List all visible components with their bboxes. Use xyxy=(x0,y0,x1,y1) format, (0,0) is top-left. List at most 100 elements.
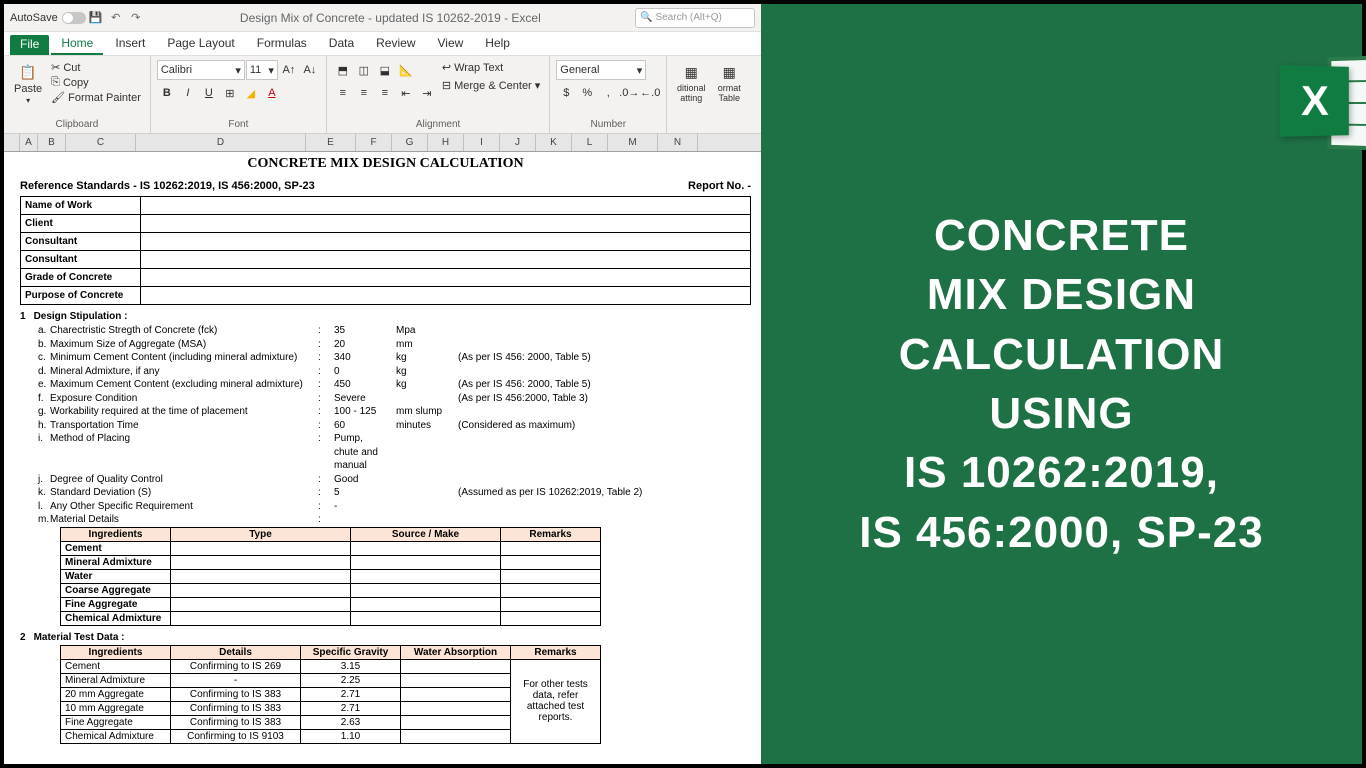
comma-icon[interactable]: , xyxy=(598,83,618,103)
copy-button[interactable]: ⎘Copy xyxy=(48,75,144,90)
col-header[interactable]: K xyxy=(536,134,572,151)
column-headers: A B C D E F G H I J K L M N xyxy=(4,134,761,152)
col-header[interactable]: A xyxy=(20,134,38,151)
test-data-table: IngredientsDetailsSpecific GravityWater … xyxy=(60,645,601,744)
stipulation-row: g.Workability required at the time of pl… xyxy=(20,405,751,419)
merge-center-button[interactable]: ⊟Merge & Center▾ xyxy=(439,78,543,93)
decrease-decimal-icon[interactable]: ←.0 xyxy=(640,83,660,103)
table-row: Grade of Concrete xyxy=(21,269,751,287)
paste-icon: 📋 xyxy=(18,62,38,82)
decrease-font-icon[interactable]: A↓ xyxy=(300,60,320,80)
col-header[interactable]: H xyxy=(428,134,464,151)
format-painter-button[interactable]: 🖌Format Painter xyxy=(48,90,144,105)
tab-review[interactable]: Review xyxy=(366,33,425,55)
align-middle-icon[interactable]: ◫ xyxy=(354,60,374,80)
save-icon[interactable]: 💾 xyxy=(88,10,104,26)
col-header[interactable]: B xyxy=(38,134,66,151)
chevron-down-icon: ▾ xyxy=(535,79,541,92)
search-input[interactable]: 🔍 Search (Alt+Q) xyxy=(635,8,755,28)
tab-file[interactable]: File xyxy=(10,35,49,55)
col-header[interactable]: N xyxy=(658,134,698,151)
autosave-label: AutoSave xyxy=(10,12,58,24)
orientation-icon[interactable]: 📐 xyxy=(396,60,416,80)
table-row: Consultant xyxy=(21,251,751,269)
col-header[interactable]: E xyxy=(306,134,356,151)
format-table-button[interactable]: ▦ ormat Table xyxy=(711,60,747,105)
table-row: Purpose of Concrete xyxy=(21,287,751,305)
group-styles: ▦ ditional atting ▦ ormat Table xyxy=(667,56,753,133)
indent-increase-icon[interactable]: ⇥ xyxy=(417,83,437,103)
increase-font-icon[interactable]: A↑ xyxy=(279,60,299,80)
align-left-icon[interactable]: ≡ xyxy=(333,83,353,103)
font-color-button[interactable]: A xyxy=(262,83,282,103)
table-row: Water xyxy=(61,569,601,583)
section1-head: 1Design Stipulation : xyxy=(20,305,751,324)
tab-pagelayout[interactable]: Page Layout xyxy=(157,33,244,55)
stipulation-row: c.Minimum Cement Content (including mine… xyxy=(20,351,751,365)
font-name-select[interactable]: Calibri▾ xyxy=(157,60,245,80)
col-header[interactable]: I xyxy=(464,134,500,151)
tab-help[interactable]: Help xyxy=(475,33,520,55)
paste-button[interactable]: 📋 Paste ▾ xyxy=(10,60,46,107)
underline-button[interactable]: U xyxy=(199,83,219,103)
conditional-formatting-button[interactable]: ▦ ditional atting xyxy=(673,60,709,105)
redo-icon[interactable]: ↷ xyxy=(128,10,144,26)
table-row: Coarse Aggregate xyxy=(61,583,601,597)
group-font: Calibri▾ 11▾ A↑ A↓ B I U ⊞ ◢ A Font xyxy=(151,56,327,133)
chevron-down-icon: ▾ xyxy=(26,96,30,105)
increase-decimal-icon[interactable]: .0→ xyxy=(619,83,639,103)
wrap-text-button[interactable]: ↩Wrap Text xyxy=(439,60,543,75)
cut-button[interactable]: ✂Cut xyxy=(48,60,144,75)
section2-head: 2Material Test Data : xyxy=(20,626,751,645)
fill-color-button[interactable]: ◢ xyxy=(241,83,261,103)
ribbon-tabs: File Home Insert Page Layout Formulas Da… xyxy=(4,32,761,56)
stipulation-row: h.Transportation Time:60minutes(Consider… xyxy=(20,419,751,433)
col-header[interactable]: M xyxy=(608,134,658,151)
font-size-select[interactable]: 11▾ xyxy=(246,60,278,80)
col-header[interactable]: J xyxy=(500,134,536,151)
stipulation-row: a.Charectristic Stregth of Concrete (fck… xyxy=(20,324,751,338)
cond-format-icon: ▦ xyxy=(681,62,701,82)
chevron-down-icon: ▾ xyxy=(637,64,643,77)
bold-button[interactable]: B xyxy=(157,83,177,103)
group-number: General▾ $ % , .0→ ←.0 Number xyxy=(550,56,667,133)
col-header[interactable]: D xyxy=(136,134,306,151)
percent-icon[interactable]: % xyxy=(577,83,597,103)
tab-formulas[interactable]: Formulas xyxy=(247,33,317,55)
tab-home[interactable]: Home xyxy=(51,33,103,55)
chevron-down-icon: ▾ xyxy=(235,64,241,77)
align-top-icon[interactable]: ⬒ xyxy=(333,60,353,80)
col-header[interactable]: F xyxy=(356,134,392,151)
col-header[interactable]: G xyxy=(392,134,428,151)
currency-icon[interactable]: $ xyxy=(556,83,576,103)
stipulation-row: k.Standard Deviation (S):5(Assumed as pe… xyxy=(20,486,751,500)
number-format-select[interactable]: General▾ xyxy=(556,60,646,80)
toggle-switch[interactable] xyxy=(62,12,86,24)
align-bottom-icon[interactable]: ⬓ xyxy=(375,60,395,80)
col-header[interactable]: C xyxy=(66,134,136,151)
align-right-icon[interactable]: ≡ xyxy=(375,83,395,103)
cut-icon: ✂ xyxy=(51,61,60,74)
stipulation-row: f.Exposure Condition:Severe(As per IS 45… xyxy=(20,392,751,406)
tab-data[interactable]: Data xyxy=(319,33,364,55)
autosave-toggle[interactable]: AutoSave xyxy=(10,12,86,24)
tab-view[interactable]: View xyxy=(428,33,474,55)
col-header[interactable]: L xyxy=(572,134,608,151)
indent-decrease-icon[interactable]: ⇤ xyxy=(396,83,416,103)
tab-insert[interactable]: Insert xyxy=(105,33,155,55)
italic-button[interactable]: I xyxy=(178,83,198,103)
table-row: Mineral Admixture xyxy=(61,555,601,569)
undo-icon[interactable]: ↶ xyxy=(108,10,124,26)
window-title: Design Mix of Concrete - updated IS 1026… xyxy=(146,11,635,25)
worksheet[interactable]: CONCRETE MIX DESIGN CALCULATION Referenc… xyxy=(4,152,761,764)
excel-window: AutoSave 💾 ↶ ↷ Design Mix of Concrete - … xyxy=(4,4,761,764)
brush-icon: 🖌 xyxy=(51,91,65,104)
border-button[interactable]: ⊞ xyxy=(220,83,240,103)
stipulation-row: b.Maximum Size of Aggregate (MSA):20mm xyxy=(20,338,751,352)
table-row: CementConfirming to IS 2693.15For other … xyxy=(61,659,601,673)
align-center-icon[interactable]: ≡ xyxy=(354,83,374,103)
group-clipboard: 📋 Paste ▾ ✂Cut ⎘Copy 🖌Format Painter Cli… xyxy=(4,56,151,133)
copy-icon: ⎘ xyxy=(51,76,60,89)
stipulation-row: j.Degree of Quality Control:Good xyxy=(20,473,751,487)
ref-row: Reference Standards - IS 10262:2019, IS … xyxy=(20,178,751,196)
